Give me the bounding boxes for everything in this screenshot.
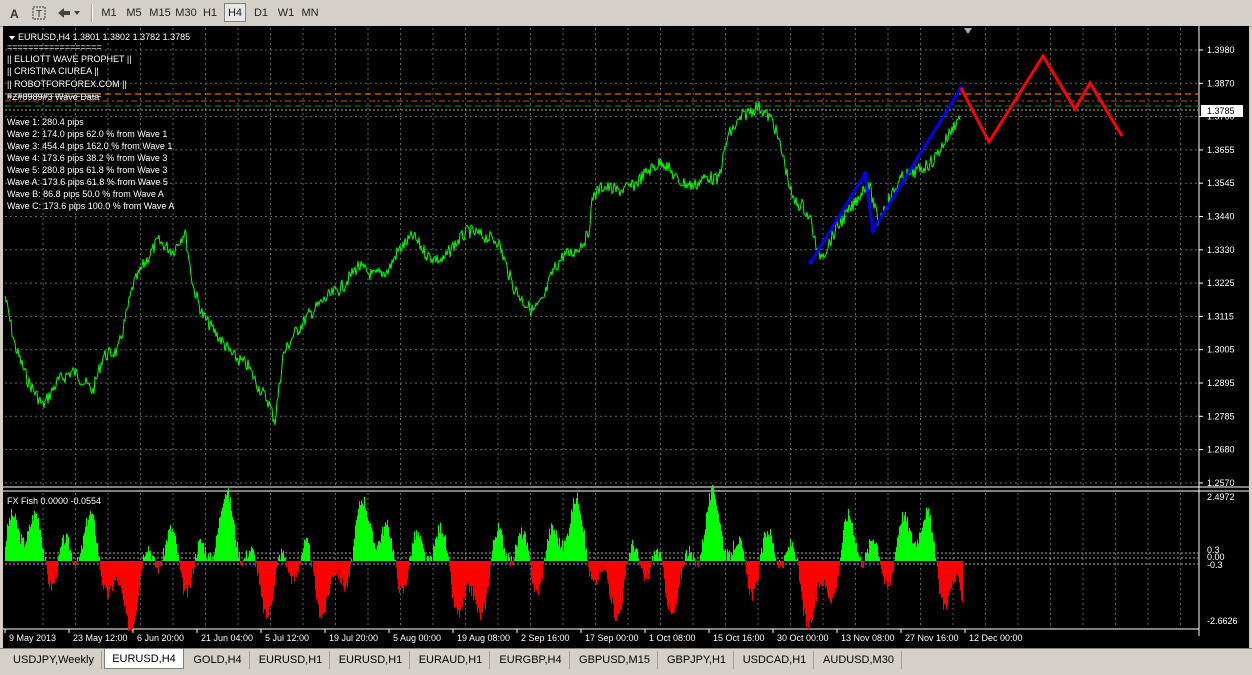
time-axis-label: 6 Jun 20:00 (137, 633, 184, 643)
time-axis-label: 21 Jun 04:00 (201, 633, 253, 643)
price-axis-label: 1.3870 (1207, 78, 1235, 88)
wave-data-line: Wave 3: 454.4 pips 162.0 % from Wave 1 (7, 141, 172, 151)
timeframe-h4-button[interactable]: H4 (224, 3, 246, 22)
wave-data-line: Wave 2: 174.0 pips 62.0 % from Wave 1 (7, 129, 167, 139)
chart-tab[interactable]: EURUSD,H1 (252, 651, 330, 669)
time-axis-label: 9 May 2013 (9, 633, 56, 643)
wave-data-line: Wave 1: 280.4 pips (7, 117, 84, 127)
svg-text:T: T (36, 9, 42, 20)
indicator-axis-label-lower: -0.3 (1207, 560, 1223, 570)
price-axis-label: 1.3655 (1207, 145, 1235, 155)
wave-point[interactable] (863, 172, 868, 177)
wave-data-line: Wave A: 173.6 pips 61.8 % from Wave 5 (7, 177, 168, 187)
time-axis-label: 30 Oct 00:00 (777, 633, 829, 643)
toolbar-separator (91, 4, 93, 22)
price-axis-label: 1.2570 (1207, 478, 1235, 488)
info-line: || CRISTINA CIUREA || (7, 66, 99, 76)
timeframe-w1-button[interactable]: W1 (275, 3, 297, 22)
chart-tab[interactable]: EURAUD,H1 (412, 651, 490, 669)
chart-tab[interactable]: GOLD,H4 (186, 651, 250, 669)
chart-tab[interactable]: USDCAD,H1 (736, 651, 814, 669)
time-axis-label: 2 Sep 16:00 (521, 633, 570, 643)
price-axis-label: 1.3440 (1207, 212, 1235, 222)
timeframe-m5-button[interactable]: M5 (123, 3, 145, 22)
chart-tab[interactable]: GBPJPY,H1 (660, 651, 734, 669)
info-line: #Z#8989#3 Wave Data (7, 92, 99, 102)
chart-tab[interactable]: AUDUSD,M30 (816, 651, 902, 669)
wave-point[interactable] (871, 228, 876, 233)
wave-data-line: Wave B: 86.8 pips 50.0 % from Wave A (7, 189, 164, 199)
chart-tab[interactable]: USDJPY,Weekly (6, 651, 102, 669)
time-axis-label: 17 Sep 00:00 (585, 633, 639, 643)
timeframe-m15-button[interactable]: M15 (148, 3, 172, 22)
time-axis-label: 13 Nov 08:00 (841, 633, 895, 643)
time-axis-label: 1 Oct 08:00 (649, 633, 696, 643)
price-axis-label: 1.2895 (1207, 378, 1235, 388)
chart-shift-marker-icon[interactable] (964, 28, 972, 34)
current-price-label: 1.3785 (1207, 106, 1235, 116)
indicator-axis-label-max: 2.4972 (1207, 492, 1235, 502)
chart-toolbar: A T M1M5M15M30H1H4D1W1MN (0, 0, 1252, 27)
chart-tab[interactable]: EURUSD,H4 (104, 649, 184, 669)
chart-window[interactable]: 1.39801.38701.37601.36551.35451.34401.33… (3, 26, 1249, 648)
info-line: ================== (7, 42, 102, 52)
time-axis-label: 23 May 12:00 (73, 633, 128, 643)
timeframe-m1-button[interactable]: M1 (98, 3, 120, 22)
indicator-header: FX Fish 0.0000 -0.0554 (7, 496, 101, 506)
time-axis-label: 5 Aug 00:00 (393, 633, 441, 643)
symbol-header: EURUSD,H4 1.3801 1.3802 1.3782 1.3785 (18, 32, 190, 42)
time-axis-label: 19 Aug 08:00 (457, 633, 510, 643)
time-axis-label: 27 Nov 16:00 (905, 633, 959, 643)
timeframe-h1-button[interactable]: H1 (200, 3, 220, 22)
indicator-header-overlay: FX Fish 0.0000 -0.0554 (3, 495, 223, 507)
chart-info-overlay: EURUSD,H4 1.3801 1.3802 1.3782 1.3785 ==… (3, 26, 423, 216)
price-axis-label: 1.3545 (1207, 178, 1235, 188)
timeframe-mn-button[interactable]: MN (299, 3, 321, 22)
chart-tab[interactable]: GBPUSD,M15 (572, 651, 658, 669)
text-label-tool-icon[interactable]: T (28, 3, 50, 22)
chart-tab[interactable]: EURUSD,H1 (332, 651, 410, 669)
arrows-tool-icon[interactable] (54, 3, 84, 22)
wave-point[interactable] (809, 260, 814, 265)
chart-menu-arrow-icon[interactable] (9, 36, 15, 40)
price-axis-label: 1.2680 (1207, 445, 1235, 455)
price-axis-label: 1.3005 (1207, 345, 1235, 355)
svg-text:A: A (10, 7, 19, 19)
time-axis-label: 12 Dec 00:00 (969, 633, 1023, 643)
timeframe-d1-button[interactable]: D1 (250, 3, 272, 22)
time-axis-label: 15 Oct 16:00 (713, 633, 765, 643)
info-line: || ELLIOTT WAVE PROPHET || (7, 54, 132, 64)
chart-tab[interactable]: EURGBP,H4 (492, 651, 570, 669)
time-axis-label: 19 Jul 20:00 (329, 633, 378, 643)
time-axis-label: 5 Jul 12:00 (265, 633, 309, 643)
wave-data-line: Wave C: 173.6 pips 100.0 % from Wave A (7, 201, 174, 211)
price-axis-label: 1.3980 (1207, 45, 1235, 55)
wave-data-line: Wave 4: 173.6 pips 38.2 % from Wave 3 (7, 153, 167, 163)
price-axis-label: 1.3330 (1207, 245, 1235, 255)
indicator-axis-label-min: -2.6626 (1207, 616, 1238, 626)
text-tool-icon[interactable]: A (4, 3, 24, 22)
timeframe-m30-button[interactable]: M30 (174, 3, 198, 22)
wave-data-line: Wave 5: 280.8 pips 61.8 % from Wave 3 (7, 165, 167, 175)
price-axis-label: 1.3115 (1207, 311, 1234, 321)
info-line: || ROBOTFORFOREX.COM || (7, 79, 127, 89)
price-axis-label: 1.2785 (1207, 411, 1235, 421)
price-axis-label: 1.3225 (1207, 278, 1235, 288)
chart-tabs: USDJPY,WeeklyEURUSD,H4GOLD,H4EURUSD,H1EU… (0, 648, 1252, 675)
